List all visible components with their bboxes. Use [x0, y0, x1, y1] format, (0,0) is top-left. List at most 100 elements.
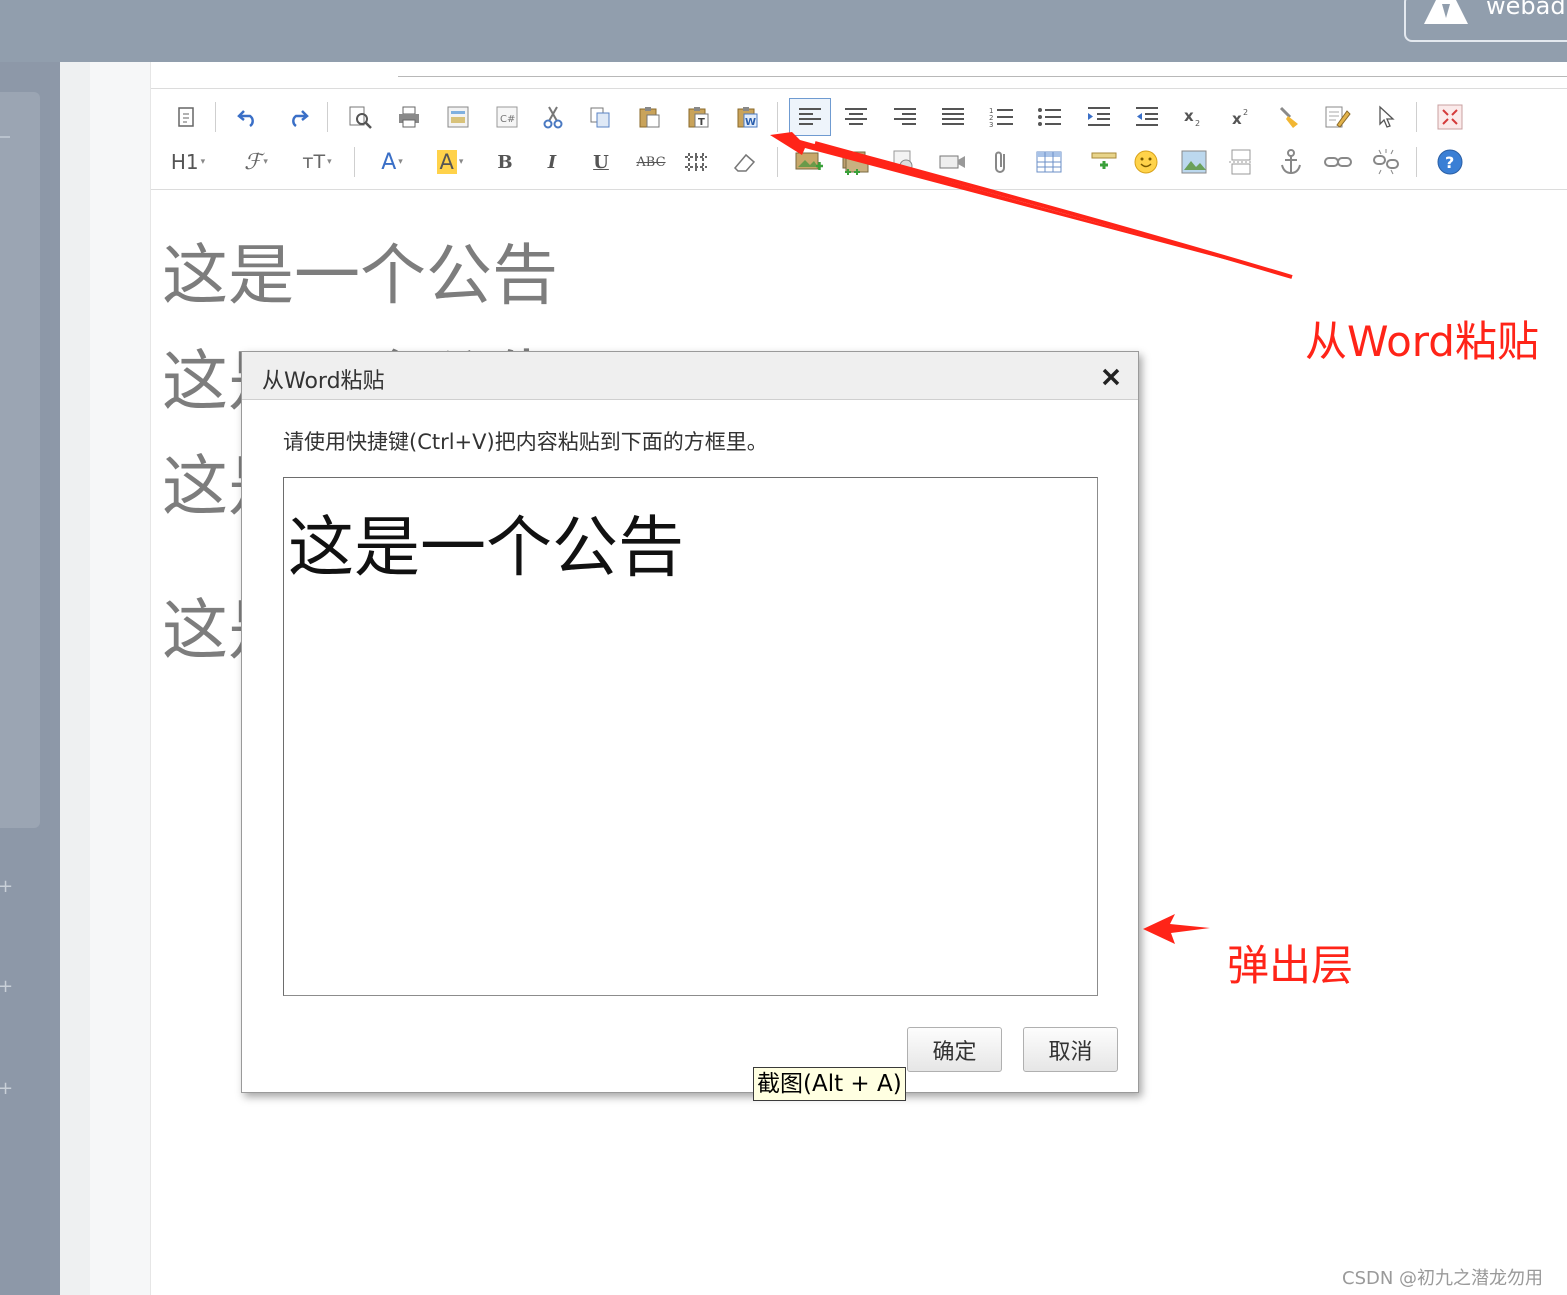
page-break-icon[interactable]: [1226, 147, 1256, 177]
watermark: CSDN @初九之潜龙勿用: [1342, 1268, 1544, 1289]
background-color-dropdown[interactable]: A ▾: [426, 147, 474, 177]
font-size-label: тT: [302, 151, 326, 173]
user-avatar-icon: [1424, 0, 1468, 24]
copy-icon[interactable]: [585, 102, 615, 132]
confirm-button[interactable]: 确定: [907, 1027, 1002, 1072]
sidebar-expand-icon[interactable]: +: [0, 878, 13, 896]
print-icon[interactable]: [394, 102, 424, 132]
fullscreen-icon[interactable]: [1435, 102, 1465, 132]
svg-text:W: W: [745, 117, 756, 128]
scrawl-icon[interactable]: [889, 147, 919, 177]
underline-label: U: [593, 151, 609, 173]
multi-image-icon[interactable]: [841, 147, 871, 177]
font-color-label: A: [381, 149, 397, 175]
underline-button[interactable]: U: [586, 147, 616, 177]
font-family-label: ℱ: [244, 149, 262, 175]
indent-icon[interactable]: [1084, 102, 1114, 132]
sidebar-expand-icon[interactable]: +: [0, 1080, 13, 1098]
undo-icon[interactable]: [233, 102, 263, 132]
cancel-button[interactable]: 取消: [1023, 1027, 1118, 1072]
paste-input-area[interactable]: 这是一个公告: [283, 477, 1098, 996]
italic-label: I: [547, 151, 557, 173]
user-menu[interactable]: webad: [1404, 0, 1567, 42]
emoticon-icon[interactable]: [1131, 147, 1161, 177]
subscript-icon[interactable]: x2: [1179, 102, 1209, 132]
close-icon[interactable]: [1100, 366, 1122, 388]
outdent-icon[interactable]: [1132, 102, 1162, 132]
toolbar-separator: [327, 102, 328, 132]
italic-button[interactable]: I: [537, 147, 567, 177]
ordered-list-icon[interactable]: 123: [987, 102, 1017, 132]
cut-icon[interactable]: [538, 102, 568, 132]
toolbar-separator: [354, 147, 355, 177]
insert-image-icon[interactable]: [794, 147, 824, 177]
align-left-icon[interactable]: [789, 98, 831, 136]
clear-format-icon[interactable]: [1322, 102, 1352, 132]
svg-text:x: x: [1184, 107, 1194, 125]
screenshot-tooltip: 截图(Alt + A): [753, 1067, 906, 1101]
toolbar-separator: [777, 102, 778, 132]
svg-text:T: T: [698, 117, 705, 128]
pasted-text: 这是一个公告: [288, 509, 684, 586]
attachment-icon[interactable]: [986, 147, 1016, 177]
superscript-icon[interactable]: x2: [1227, 102, 1257, 132]
background-image-icon[interactable]: [1179, 147, 1209, 177]
toolbar-separator: [215, 102, 216, 132]
heading-dropdown[interactable]: H1 ▾: [165, 147, 211, 177]
svg-text:C#: C#: [500, 114, 515, 125]
font-size-dropdown[interactable]: тT ▾: [294, 147, 340, 177]
align-center-icon[interactable]: [841, 102, 871, 132]
insert-row-icon[interactable]: [1089, 147, 1119, 177]
paste-from-word-icon[interactable]: W: [732, 102, 762, 132]
svg-text:?: ?: [1445, 153, 1454, 172]
svg-text:2: 2: [1243, 108, 1248, 117]
align-right-icon[interactable]: [890, 102, 920, 132]
help-icon[interactable]: ?: [1435, 147, 1465, 177]
svg-text:2: 2: [1195, 119, 1200, 128]
font-family-dropdown[interactable]: ℱ ▾: [233, 147, 279, 177]
anchor-icon[interactable]: [1276, 147, 1306, 177]
dialog-instruction: 请使用快捷键(Ctrl+V)把内容粘贴到下面的方框里。: [283, 430, 768, 454]
sidebar-collapse-mark: [0, 136, 10, 138]
paste-icon[interactable]: [634, 102, 664, 132]
redo-icon[interactable]: [283, 102, 313, 132]
annotation-paste-from-word: 从Word粘贴: [1305, 317, 1539, 366]
horizontal-rule-icon[interactable]: [681, 147, 711, 177]
source-code-icon[interactable]: [171, 102, 201, 132]
sidebar-expand-icon[interactable]: +: [0, 978, 13, 996]
svg-text:x: x: [1232, 110, 1242, 128]
top-header-bar: webad: [0, 0, 1567, 62]
insert-video-icon[interactable]: [937, 147, 967, 177]
font-color-dropdown[interactable]: A ▾: [370, 147, 414, 177]
toolbar-separator: [1416, 102, 1417, 132]
dialog-header[interactable]: 从Word粘贴: [242, 352, 1138, 400]
user-name: webad: [1486, 0, 1566, 20]
dialog-title: 从Word粘贴: [262, 369, 385, 394]
format-painter-icon[interactable]: [1274, 102, 1304, 132]
unlink-icon[interactable]: [1371, 147, 1401, 177]
toolbar-separator: [1416, 147, 1417, 177]
editor-paragraph[interactable]: 这是一个公告: [162, 222, 558, 318]
unordered-list-icon[interactable]: [1035, 102, 1065, 132]
annotation-popup-layer: 弹出层: [1227, 941, 1354, 990]
insert-table-icon[interactable]: [1034, 147, 1064, 177]
link-icon[interactable]: [1323, 147, 1353, 177]
svg-text:3: 3: [989, 121, 993, 129]
eraser-icon[interactable]: [730, 147, 760, 177]
editor-toolbar: C# T W 123 x2 x2 H1 ▾ ℱ ▾ тT ▾ A ▾ A ▾ B…: [151, 88, 1567, 190]
strikethrough-label: ABC: [636, 154, 666, 170]
page-gutter-inner: [60, 62, 90, 1295]
bold-button[interactable]: B: [490, 147, 520, 177]
sidebar-panel: [0, 92, 40, 828]
align-justify-icon[interactable]: [938, 102, 968, 132]
paste-plain-text-icon[interactable]: T: [683, 102, 713, 132]
strikethrough-button[interactable]: ABC: [633, 147, 669, 177]
heading-label: H1: [170, 150, 199, 174]
insert-code-icon[interactable]: C#: [492, 102, 522, 132]
background-color-label: A: [436, 150, 457, 174]
toolbar-separator: [777, 147, 778, 177]
preview-icon[interactable]: [345, 102, 375, 132]
bold-label: B: [497, 151, 513, 173]
template-icon[interactable]: [443, 102, 473, 132]
select-all-icon[interactable]: [1371, 102, 1401, 132]
